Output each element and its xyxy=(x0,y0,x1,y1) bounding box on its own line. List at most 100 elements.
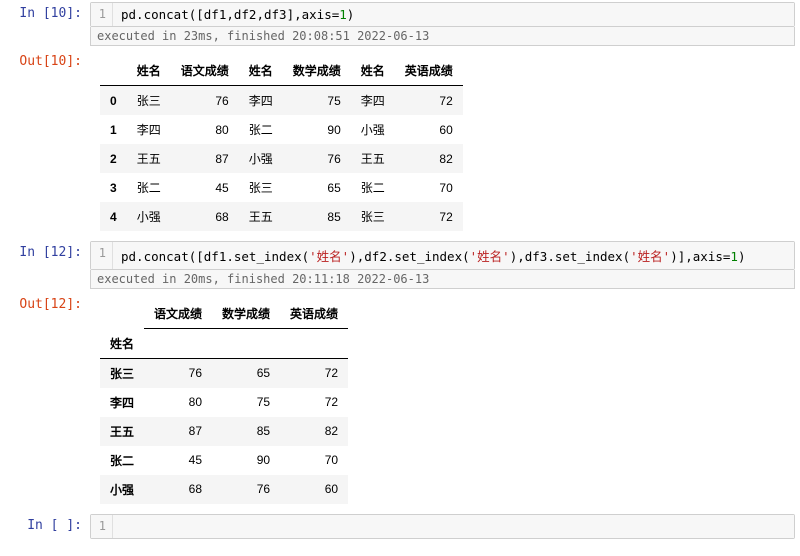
cell: 王五 xyxy=(239,202,283,231)
table-row: 张三 76 65 72 xyxy=(100,358,348,388)
cell: 李四 xyxy=(239,86,283,116)
cell: 45 xyxy=(171,173,239,202)
cell: 小强 xyxy=(351,115,395,144)
cell: 李四 xyxy=(351,86,395,116)
table-row: 小强 68 76 60 xyxy=(100,475,348,504)
empty-header xyxy=(144,329,212,359)
empty-header xyxy=(212,329,280,359)
col-header: 姓名 xyxy=(127,56,171,86)
table-row: 3 张二 45 张三 65 张二 70 xyxy=(100,173,463,202)
code-token-string: '姓名' xyxy=(630,249,670,264)
cell: 张二 xyxy=(351,173,395,202)
row-index: 小强 xyxy=(100,475,144,504)
cell: 76 xyxy=(283,144,351,173)
cell: 72 xyxy=(395,202,463,231)
in-prompt: In [10]: xyxy=(5,2,90,21)
cell: 王五 xyxy=(351,144,395,173)
code-token: ) xyxy=(347,7,355,22)
cell: 小强 xyxy=(127,202,171,231)
table-head: 语文成绩 数学成绩 英语成绩 姓名 xyxy=(100,299,348,358)
cell: 75 xyxy=(283,86,351,116)
cell: 70 xyxy=(280,446,348,475)
code-token: ) xyxy=(738,249,746,264)
output-area: 语文成绩 数学成绩 英语成绩 姓名 张三 76 65 72 xyxy=(90,293,795,510)
row-index: 1 xyxy=(100,115,127,144)
execution-info: executed in 23ms, finished 20:08:51 2022… xyxy=(90,27,795,46)
cell: 小强 xyxy=(239,144,283,173)
code-area: 1 xyxy=(90,514,795,539)
cell: 张三 xyxy=(351,202,395,231)
code-line[interactable]: pd.concat([df1.set_index('姓名'),df2.set_i… xyxy=(113,242,794,269)
cell: 90 xyxy=(283,115,351,144)
table-row: 1 李四 80 张二 90 小强 60 xyxy=(100,115,463,144)
cell: 76 xyxy=(144,358,212,388)
col-header: 语文成绩 xyxy=(144,299,212,329)
empty-header xyxy=(280,329,348,359)
table-row: 李四 80 75 72 xyxy=(100,388,348,417)
row-index: 2 xyxy=(100,144,127,173)
output-cell-12: Out[12]: 语文成绩 数学成绩 英语成绩 姓名 张三 xyxy=(0,291,800,512)
cell: 85 xyxy=(283,202,351,231)
cell: 70 xyxy=(395,173,463,202)
row-index: 李四 xyxy=(100,388,144,417)
cell: 72 xyxy=(280,358,348,388)
dataframe-table: 姓名 语文成绩 姓名 数学成绩 姓名 英语成绩 0 张三 76 李四 75 李四… xyxy=(100,56,463,231)
cell: 75 xyxy=(212,388,280,417)
col-header: 英语成绩 xyxy=(280,299,348,329)
input-cell-10: In [10]: 1 pd.concat([df1,df2,df3],axis=… xyxy=(0,0,800,48)
code-area: 1 pd.concat([df1,df2,df3],axis=1) execut… xyxy=(90,2,795,46)
col-header xyxy=(100,56,127,86)
row-index: 0 xyxy=(100,86,127,116)
output-cell-10: Out[10]: 姓名 语文成绩 姓名 数学成绩 姓名 英语成绩 0 张三 76 xyxy=(0,48,800,239)
code-editor[interactable]: 1 xyxy=(90,514,795,539)
cell: 87 xyxy=(171,144,239,173)
code-token: ),df3.set_index( xyxy=(510,249,630,264)
code-area: 1 pd.concat([df1.set_index('姓名'),df2.set… xyxy=(90,241,795,289)
cell: 张三 xyxy=(239,173,283,202)
index-name: 姓名 xyxy=(100,329,144,359)
cell: 68 xyxy=(144,475,212,504)
code-token-number: 1 xyxy=(339,7,347,22)
out-prompt: Out[12]: xyxy=(5,293,90,312)
table-body: 张三 76 65 72 李四 80 75 72 王五 87 85 82 xyxy=(100,358,348,504)
col-header xyxy=(100,299,144,329)
table-row: 0 张三 76 李四 75 李四 72 xyxy=(100,86,463,116)
cell: 李四 xyxy=(127,115,171,144)
code-line[interactable] xyxy=(113,515,794,538)
row-index: 张三 xyxy=(100,358,144,388)
table-row: 王五 87 85 82 xyxy=(100,417,348,446)
execution-info: executed in 20ms, finished 20:11:18 2022… xyxy=(90,270,795,289)
cell: 60 xyxy=(395,115,463,144)
table-head: 姓名 语文成绩 姓名 数学成绩 姓名 英语成绩 xyxy=(100,56,463,86)
in-prompt: In [12]: xyxy=(5,241,90,260)
cell: 80 xyxy=(171,115,239,144)
cell: 张二 xyxy=(127,173,171,202)
index-name-row: 姓名 xyxy=(100,329,348,359)
line-number: 1 xyxy=(91,515,113,538)
row-index: 张二 xyxy=(100,446,144,475)
code-token: pd.concat([df1,df2,df3],axis= xyxy=(121,7,339,22)
cell: 80 xyxy=(144,388,212,417)
row-index: 4 xyxy=(100,202,127,231)
code-line[interactable]: pd.concat([df1,df2,df3],axis=1) xyxy=(113,3,794,26)
row-index: 王五 xyxy=(100,417,144,446)
cell: 张二 xyxy=(239,115,283,144)
code-editor[interactable]: 1 pd.concat([df1,df2,df3],axis=1) xyxy=(90,2,795,27)
header-row: 语文成绩 数学成绩 英语成绩 xyxy=(100,299,348,329)
cell: 82 xyxy=(280,417,348,446)
table-body: 0 张三 76 李四 75 李四 72 1 李四 80 张二 90 小强 60 xyxy=(100,86,463,232)
cell: 68 xyxy=(171,202,239,231)
line-number: 1 xyxy=(91,3,113,26)
input-cell-12: In [12]: 1 pd.concat([df1.set_index('姓名'… xyxy=(0,239,800,291)
row-index: 3 xyxy=(100,173,127,202)
col-header: 语文成绩 xyxy=(171,56,239,86)
code-editor[interactable]: 1 pd.concat([df1.set_index('姓名'),df2.set… xyxy=(90,241,795,270)
cell: 76 xyxy=(212,475,280,504)
cell: 87 xyxy=(144,417,212,446)
table-row: 4 小强 68 王五 85 张三 72 xyxy=(100,202,463,231)
code-token-number: 1 xyxy=(730,249,738,264)
cell: 85 xyxy=(212,417,280,446)
cell: 82 xyxy=(395,144,463,173)
code-token: )],axis= xyxy=(670,249,730,264)
cell: 60 xyxy=(280,475,348,504)
